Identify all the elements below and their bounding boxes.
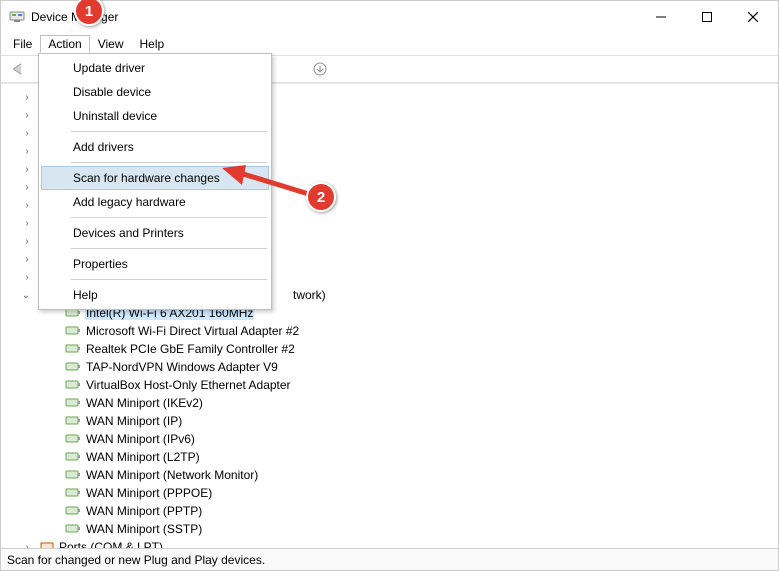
tree-item-network-adapter[interactable]: Realtek PCIe GbE Family Controller #2	[21, 340, 778, 358]
tree-item-network-adapter[interactable]: WAN Miniport (IP)	[21, 412, 778, 430]
chevron-down-icon: ⌄	[20, 290, 32, 301]
menu-bar: File Action View Help	[1, 33, 778, 55]
app-icon	[9, 9, 25, 25]
maximize-button[interactable]	[684, 1, 730, 33]
adapter-label: Microsoft Wi-Fi Direct Virtual Adapter #…	[85, 324, 300, 338]
tree-item-network-adapter[interactable]: WAN Miniport (PPPOE)	[21, 484, 778, 502]
tree-item-network-adapter[interactable]: VirtualBox Host-Only Ethernet Adapter	[21, 376, 778, 394]
network-adapter-icon	[65, 521, 81, 537]
network-adapter-icon	[65, 395, 81, 411]
adapter-label: WAN Miniport (PPTP)	[85, 504, 203, 518]
adapter-label: WAN Miniport (IPv6)	[85, 432, 196, 446]
menu-add-legacy[interactable]: Add legacy hardware	[41, 190, 269, 214]
network-adapter-icon	[65, 503, 81, 519]
chevron-right-icon: ›	[21, 200, 33, 211]
adapter-label: WAN Miniport (Network Monitor)	[85, 468, 259, 482]
chevron-right-icon: ›	[21, 92, 33, 103]
adapter-label: WAN Miniport (L2TP)	[85, 450, 201, 464]
back-button[interactable]	[7, 58, 31, 80]
menu-view[interactable]: View	[90, 35, 132, 53]
tree-item-network-adapter[interactable]: WAN Miniport (IPv6)	[21, 430, 778, 448]
network-adapter-icon	[65, 449, 81, 465]
adapter-label: WAN Miniport (IKEv2)	[85, 396, 204, 410]
menu-scan-hardware[interactable]: Scan for hardware changes	[41, 166, 269, 190]
menu-separator	[71, 248, 267, 249]
menu-update-driver[interactable]: Update driver	[41, 56, 269, 80]
adapter-label: WAN Miniport (IP)	[85, 414, 183, 428]
tree-item-network-adapter[interactable]: WAN Miniport (Network Monitor)	[21, 466, 778, 484]
tree-item-network-adapter[interactable]: Microsoft Wi-Fi Direct Virtual Adapter #…	[21, 322, 778, 340]
status-bar: Scan for changed or new Plug and Play de…	[1, 548, 778, 570]
tree-item-network-adapter[interactable]: WAN Miniport (SSTP)	[21, 520, 778, 538]
menu-disable-device[interactable]: Disable device	[41, 80, 269, 104]
chevron-right-icon: ›	[21, 542, 33, 549]
status-text: Scan for changed or new Plug and Play de…	[7, 553, 265, 567]
chevron-right-icon: ›	[21, 128, 33, 139]
menu-add-drivers[interactable]: Add drivers	[41, 135, 269, 159]
tree-item-network-adapter[interactable]: WAN Miniport (PPTP)	[21, 502, 778, 520]
scan-hardware-icon[interactable]	[308, 58, 332, 80]
chevron-right-icon: ›	[21, 236, 33, 247]
menu-devices-printers[interactable]: Devices and Printers	[41, 221, 269, 245]
menu-help[interactable]: Help	[132, 35, 173, 53]
chevron-right-icon: ›	[21, 218, 33, 229]
adapter-label: VirtualBox Host-Only Ethernet Adapter	[85, 378, 292, 392]
network-adapter-icon	[65, 359, 81, 375]
menu-separator	[71, 279, 267, 280]
menu-separator	[71, 217, 267, 218]
category-label: Ports (COM & LPT)	[59, 540, 163, 548]
tree-item-network-adapter[interactable]: TAP-NordVPN Windows Adapter V9	[21, 358, 778, 376]
adapter-label: Realtek PCIe GbE Family Controller #2	[85, 342, 296, 356]
adapter-label: WAN Miniport (PPPOE)	[85, 486, 213, 500]
chevron-right-icon: ›	[21, 110, 33, 121]
category-label-partial: twork)	[293, 288, 326, 302]
menu-separator	[71, 131, 267, 132]
network-adapter-icon	[65, 323, 81, 339]
action-menu-dropdown: Update driver Disable device Uninstall d…	[38, 53, 272, 310]
title-bar: Device Manager	[1, 1, 778, 33]
chevron-right-icon: ›	[21, 182, 33, 193]
menu-help-item[interactable]: Help	[41, 283, 269, 307]
menu-file[interactable]: File	[5, 35, 40, 53]
menu-properties[interactable]: Properties	[41, 252, 269, 276]
ports-icon	[39, 539, 55, 548]
tree-category-ports[interactable]: › Ports (COM & LPT)	[1, 538, 778, 548]
network-adapter-icon	[65, 413, 81, 429]
tree-item-network-adapter[interactable]: WAN Miniport (IKEv2)	[21, 394, 778, 412]
network-adapter-icon	[65, 431, 81, 447]
tree-item-network-adapter[interactable]: WAN Miniport (L2TP)	[21, 448, 778, 466]
chevron-right-icon: ›	[21, 272, 33, 283]
menu-uninstall-device[interactable]: Uninstall device	[41, 104, 269, 128]
network-adapter-icon	[65, 341, 81, 357]
annotation-badge-2: 2	[306, 182, 336, 212]
chevron-right-icon: ›	[21, 146, 33, 157]
network-adapter-icon	[65, 467, 81, 483]
network-adapter-icon	[65, 485, 81, 501]
close-button[interactable]	[730, 1, 776, 33]
minimize-button[interactable]	[638, 1, 684, 33]
network-adapter-icon	[65, 377, 81, 393]
adapter-label: WAN Miniport (SSTP)	[85, 522, 203, 536]
menu-action[interactable]: Action	[40, 35, 89, 53]
chevron-right-icon: ›	[21, 164, 33, 175]
chevron-right-icon: ›	[21, 254, 33, 265]
adapter-label: TAP-NordVPN Windows Adapter V9	[85, 360, 279, 374]
menu-separator	[71, 162, 267, 163]
